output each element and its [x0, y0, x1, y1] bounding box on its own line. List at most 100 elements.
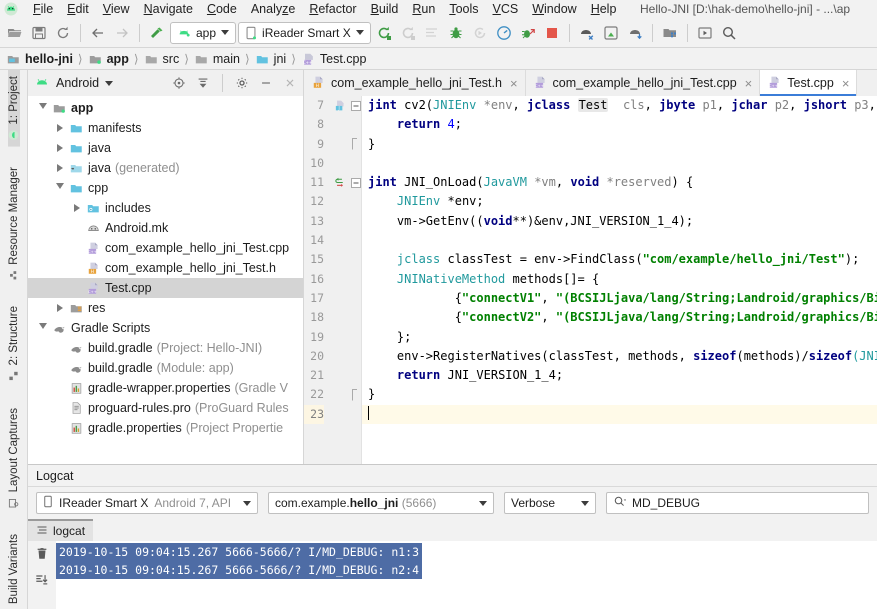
tree-item-com-example-hello-jni-test-cpp[interactable]: C++com_example_hello_jni_Test.cpp — [28, 238, 303, 258]
sidebar-item-project[interactable]: 1: Project — [8, 70, 20, 147]
apply-changes-icon[interactable] — [421, 22, 443, 44]
code-line[interactable]: JNIEnv *env; — [362, 192, 877, 211]
tree-twisty-expanded[interactable] — [53, 183, 67, 193]
tree-item-test-cpp[interactable]: C++Test.cpp — [28, 278, 303, 298]
fold-end-marker[interactable] — [350, 135, 361, 154]
tree-item-com-example-hello-jni-test-h[interactable]: Hcom_example_hello_jni_Test.h — [28, 258, 303, 278]
menu-analyze[interactable]: Analyze — [244, 0, 302, 18]
fold-end-marker[interactable] — [350, 385, 361, 404]
sidebar-item-resource-manager[interactable]: Resource Manager — [8, 161, 20, 287]
tree-item-proguard-rules-pro[interactable]: proguard-rules.pro(ProGuard Rules — [28, 398, 303, 418]
menu-edit[interactable]: Edit — [60, 0, 96, 18]
trash-icon[interactable] — [35, 546, 49, 564]
breadcrumb-item-main[interactable]: main — [194, 52, 240, 66]
code-line[interactable]: vm->GetEnv((void**)&env,JNI_VERSION_1_4)… — [362, 212, 877, 231]
gutter-marker-column[interactable]: J — [328, 96, 350, 464]
menu-tools[interactable]: Tools — [442, 0, 485, 18]
code-line[interactable]: jclass classTest = env->FindClass("com/e… — [362, 250, 877, 269]
menu-file[interactable]: FFileile — [26, 0, 60, 18]
build-hammer-icon[interactable] — [146, 22, 168, 44]
run-icon[interactable] — [373, 22, 395, 44]
logcat-search-input[interactable]: MD_DEBUG — [606, 492, 869, 514]
menu-view[interactable]: View — [96, 0, 137, 18]
save-icon[interactable] — [28, 22, 50, 44]
fold-start-marker[interactable] — [350, 173, 361, 192]
sync-gradle-icon[interactable] — [624, 22, 646, 44]
collapse-all-icon[interactable] — [194, 74, 212, 92]
menu-run[interactable]: Run — [405, 0, 442, 18]
logcat-row[interactable]: 2019-10-15 09:04:15.267 5666-5666/? I/MD… — [56, 561, 877, 579]
tree-item-includes[interactable]: includes — [28, 198, 303, 218]
rerun-icon[interactable] — [397, 22, 419, 44]
breadcrumb-item-hello-jni[interactable]: hello-jni — [6, 52, 73, 66]
tree-item-java[interactable]: java(generated) — [28, 158, 303, 178]
code-folding-column[interactable] — [350, 96, 362, 464]
project-structure-icon[interactable] — [659, 22, 681, 44]
sync-icon[interactable] — [52, 22, 74, 44]
stop-icon[interactable] — [541, 22, 563, 44]
chevron-down-icon[interactable] — [105, 81, 113, 86]
sdk-manager-icon[interactable] — [600, 22, 622, 44]
logcat-process-selector[interactable]: com.example.hello_jni (5666) — [268, 492, 494, 514]
module-selector[interactable]: app — [170, 22, 236, 44]
code-text[interactable]: jint cv2(JNIEnv *env, jclass Test cls, j… — [362, 96, 877, 464]
avd-manager-icon[interactable] — [576, 22, 598, 44]
breadcrumb-item-jni[interactable]: jni — [255, 52, 287, 66]
logcat-level-selector[interactable]: Verbose — [504, 492, 596, 514]
tree-item-build-gradle[interactable]: build.gradle(Project: Hello-JNI) — [28, 338, 303, 358]
forward-arrow-icon[interactable] — [111, 22, 133, 44]
editor-tab-com-example-hello-jni-test-cpp[interactable]: C++com_example_hello_jni_Test.cpp× — [526, 70, 761, 96]
back-arrow-icon[interactable] — [87, 22, 109, 44]
scroll-to-end-icon[interactable] — [35, 572, 49, 590]
code-line[interactable]: return 4; — [362, 115, 877, 134]
logcat-lines[interactable]: 2019-10-15 09:04:15.267 5666-5666/? I/MD… — [56, 541, 877, 609]
tree-twisty-collapsed[interactable] — [53, 124, 67, 132]
project-tree[interactable]: appmanifestsjavajava(generated)cppinclud… — [28, 96, 303, 464]
menu-code[interactable]: Code — [200, 0, 244, 18]
breadcrumb-item-file[interactable]: C++ Test.cpp — [301, 52, 367, 66]
tree-item-gradle-scripts[interactable]: Gradle Scripts — [28, 318, 303, 338]
code-line[interactable]: jint cv2(JNIEnv *env, jclass Test cls, j… — [362, 96, 877, 115]
tree-twisty-collapsed[interactable] — [53, 144, 67, 152]
close-icon[interactable]: × — [745, 76, 753, 91]
code-line[interactable] — [362, 231, 877, 250]
close-icon[interactable]: × — [510, 76, 518, 91]
code-line[interactable]: }; — [362, 328, 877, 347]
debug-attach-icon[interactable] — [517, 22, 539, 44]
tree-twisty-collapsed[interactable] — [53, 164, 67, 172]
breadcrumb-item-app[interactable]: app — [88, 52, 129, 66]
tree-item-gradle-properties[interactable]: gradle.properties(Project Propertie — [28, 418, 303, 438]
attach-debugger-icon[interactable] — [469, 22, 491, 44]
tree-item-build-gradle[interactable]: build.gradle(Module: app) — [28, 358, 303, 378]
search-everywhere-icon[interactable] — [718, 22, 740, 44]
menu-build[interactable]: Build — [364, 0, 406, 18]
tree-item-android-mk[interactable]: Android.mk — [28, 218, 303, 238]
target-icon[interactable] — [170, 74, 188, 92]
sidebar-item-layout-captures[interactable]: Layout Captures — [8, 402, 20, 514]
tree-twisty-expanded[interactable] — [36, 103, 50, 113]
debug-icon[interactable] — [445, 22, 467, 44]
code-line[interactable]: {"connectV2", "(BCSIJLjava/lang/String;L… — [362, 308, 877, 327]
logcat-device-selector[interactable]: IReader Smart X Android 7, API — [36, 492, 258, 514]
close-icon[interactable] — [281, 74, 299, 92]
close-icon[interactable]: × — [842, 76, 850, 91]
tree-item-manifests[interactable]: manifests — [28, 118, 303, 138]
sidebar-item-structure[interactable]: 2: Structure — [8, 300, 20, 387]
minimize-icon[interactable] — [257, 74, 275, 92]
code-line[interactable]: JNINativeMethod methods[]= { — [362, 270, 877, 289]
layout-inspector-icon[interactable] — [694, 22, 716, 44]
tree-item-gradle-wrapper-properties[interactable]: gradle-wrapper.properties(Gradle V — [28, 378, 303, 398]
tree-item-java[interactable]: java — [28, 138, 303, 158]
tree-item-res[interactable]: res — [28, 298, 303, 318]
editor-tab-com-example-hello-jni-test-h[interactable]: Hcom_example_hello_jni_Test.h× — [304, 70, 526, 96]
code-view[interactable]: 7891011121314151617181920212223 J jint c… — [304, 96, 877, 464]
device-selector[interactable]: iReader Smart X — [238, 22, 371, 44]
code-line[interactable]: env->RegisterNatives(classTest, methods,… — [362, 347, 877, 366]
fold-start-marker[interactable] — [350, 96, 361, 115]
menu-refactor[interactable]: Refactor — [302, 0, 363, 18]
open-folder-icon[interactable] — [4, 22, 26, 44]
code-line[interactable] — [362, 405, 877, 424]
profiler-icon[interactable] — [493, 22, 515, 44]
editor-tab-test-cpp[interactable]: C++Test.cpp× — [760, 70, 857, 96]
menu-help[interactable]: Help — [584, 0, 624, 18]
